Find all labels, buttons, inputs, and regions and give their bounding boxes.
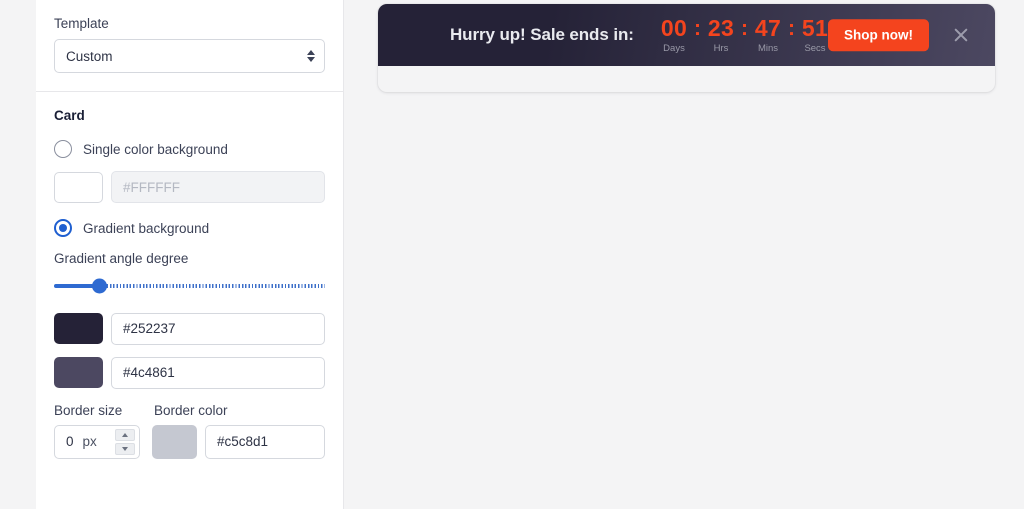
countdown-timer: 00 Days : 23 Hrs : 47 Mins : 51 Secs [656,14,833,54]
border-size-unit: px [82,434,97,450]
countdown-minutes-label: Mins [757,42,779,54]
single-color-input-row: #FFFFFF [54,171,325,204]
single-color-swatch[interactable] [54,171,103,203]
countdown-days: 00 Days [656,14,692,54]
border-size-value[interactable]: 0 [66,434,74,449]
radio-icon-checked[interactable] [54,219,72,238]
stepper-increment-button[interactable] [115,428,135,441]
radio-gradient-label: Gradient background [83,220,210,236]
banner-headline: Hurry up! Sale ends in: [450,25,634,44]
close-icon[interactable] [951,25,971,45]
border-size-label: Border size [54,402,123,418]
border-labels: Border size Border color [54,403,325,418]
template-section: Template Custom [36,0,343,91]
border-color-swatch[interactable] [152,424,197,459]
card-section: Card Single color background #FFFFFF Gra… [36,91,343,476]
border-size-stepper[interactable]: 0 px [54,424,140,459]
caret-down-icon [122,446,128,451]
shop-now-button[interactable]: Shop now! [828,19,929,51]
slider-track-remaining [100,283,325,288]
gradient-angle-slider[interactable] [54,277,325,295]
slider-thumb[interactable] [92,278,107,294]
countdown-hours: 23 Hrs [703,14,739,54]
template-select[interactable]: Custom [54,39,325,74]
border-color-hex-input[interactable]: #c5c8d1 [205,424,325,459]
promo-banner: Hurry up! Sale ends in: 00 Days : 23 Hrs… [378,4,995,66]
stepper-decrement-button[interactable] [115,442,135,455]
gradient-angle-label: Gradient angle degree [54,251,189,267]
countdown-seconds-value: 51 [801,14,829,41]
single-color-hex-input[interactable]: #FFFFFF [111,171,325,204]
gradient-color-1-hex-input[interactable]: #252237 [111,312,325,345]
countdown-days-label: Days [663,42,685,54]
border-color-group: #c5c8d1 [152,424,325,459]
gradient-color-2-swatch[interactable] [54,357,103,389]
border-color-label: Border color [154,402,228,418]
radio-single-color-label: Single color background [83,141,228,157]
gradient-color-2-row: #4c4861 [54,356,325,389]
app-root: Template Custom Card Single color backgr… [0,0,1024,509]
countdown-hours-label: Hrs [713,42,729,54]
gradient-color-1-row: #252237 [54,312,325,345]
countdown-separator-3: : [788,16,795,40]
countdown-separator-2: : [741,16,748,40]
gradient-color-1-swatch[interactable] [54,313,103,345]
preview-card: Hurry up! Sale ends in: 00 Days : 23 Hrs… [378,4,995,92]
stepper-buttons [115,428,135,455]
countdown-minutes-value: 47 [754,14,782,41]
countdown-days-value: 00 [660,14,688,41]
countdown-seconds-label: Secs [804,42,826,54]
card-section-title: Card [54,108,85,124]
caret-up-icon [122,432,128,437]
radio-gradient-background[interactable]: Gradient background [54,219,325,238]
countdown-minutes: 47 Mins [750,14,786,54]
gradient-color-2-hex-input[interactable]: #4c4861 [111,356,325,389]
countdown-separator-1: : [694,16,701,40]
radio-icon-unchecked[interactable] [54,140,72,159]
template-select-value[interactable]: Custom [54,39,325,74]
countdown-hours-value: 23 [707,14,735,41]
border-controls-row: 0 px #c5c8d1 [54,424,325,459]
settings-panel: Template Custom Card Single color backgr… [36,0,344,509]
radio-single-color-background[interactable]: Single color background [54,140,325,159]
template-label: Template [54,16,109,31]
